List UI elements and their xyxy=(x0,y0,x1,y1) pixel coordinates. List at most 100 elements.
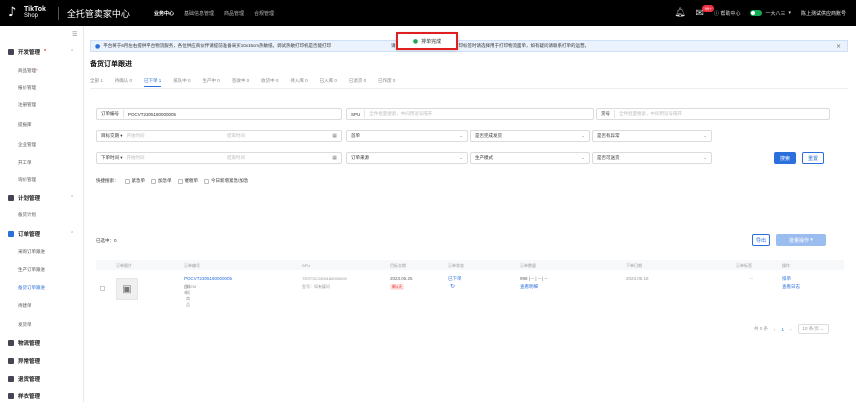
schedule-action-link[interactable]: 排单 xyxy=(782,276,791,282)
tab-pending-confirm[interactable]: 待确认 0 xyxy=(115,78,132,87)
deadline-value: 2023.05.25 xyxy=(390,276,413,281)
search-button[interactable]: 搜索 xyxy=(774,152,796,164)
first-order-select[interactable]: 首单 ⌄ xyxy=(346,130,468,142)
shop-switcher[interactable]: 一大八三 ▾ xyxy=(750,10,791,17)
order-source-select[interactable]: 订单来源 ⌄ xyxy=(346,152,468,164)
spu-field[interactable]: SPU 全件批量搜索，中间用逗号隔开 xyxy=(346,108,594,120)
sidebar-item-registration[interactable]: 注册管理 xyxy=(18,102,36,108)
sidebar-group-development[interactable]: 开发管理 * ⌃ xyxy=(8,48,74,56)
deadline-tag: 剩4天 xyxy=(390,284,405,290)
start-time-input[interactable]: 开始时间 xyxy=(127,133,145,139)
tab-receiving[interactable]: 收货中 0 xyxy=(261,78,278,87)
tab-ordered[interactable]: 已下单 1 xyxy=(144,78,162,87)
top-right-area: 🔔︎ ✉︎ 99+ ⓘ 帮助中心 一大八三 ▾ 陈上测试供应商账号 xyxy=(674,0,846,26)
end-time-input[interactable]: 结束时间 xyxy=(227,155,245,161)
page-size-select[interactable]: 10 条/页 ⌄ xyxy=(797,324,830,334)
view-log-link[interactable]: 查看日志 xyxy=(782,284,800,290)
col-actions: 操作 xyxy=(782,263,790,268)
calendar-icon[interactable]: ▦ xyxy=(332,155,337,161)
completed-shipping-select[interactable]: 是否完成发货 ⌄ xyxy=(470,130,590,142)
collapse-sidebar-icon[interactable]: ☰ xyxy=(72,31,77,38)
order-time-range[interactable]: 下单时间 ▾ 开始时间 结束时间 ▦ xyxy=(96,152,342,164)
nav-basic-info[interactable]: 基础信息管理 xyxy=(184,10,214,17)
sidebar-item-inquiries[interactable]: 询价管理 xyxy=(18,177,36,183)
calendar-icon[interactable]: ▦ xyxy=(332,133,337,139)
pagination: 共 0 条 ‹ 1 › 10 条/页 ⌄ xyxy=(754,324,830,334)
end-time-input[interactable]: 结束时间 xyxy=(227,133,245,139)
row-checkbox[interactable] xyxy=(100,286,105,291)
tag-value: -- xyxy=(750,276,753,281)
samples-icon xyxy=(8,393,14,399)
tab-signing[interactable]: 签收中 0 xyxy=(232,78,249,87)
main-content: ● 平台将于8月左右提供平台物流服务，各位供应商伙伴请提前准备采买10x15cm… xyxy=(84,26,856,402)
sidebar-item-purchase-orders[interactable]: 采购订单跟进 xyxy=(18,249,45,255)
quick-filter-expedited[interactable]: 加急单 xyxy=(151,178,172,184)
chevron-down-icon: ⌄ xyxy=(703,155,707,161)
product-thumbnail[interactable]: ▣ xyxy=(116,278,138,300)
sidebar-item-work-orders[interactable]: 开工单 xyxy=(18,160,32,166)
help-center-link[interactable]: ⓘ 帮助中心 xyxy=(714,10,740,17)
export-button[interactable]: 导出 xyxy=(752,234,770,246)
next-page-icon[interactable]: › xyxy=(790,327,792,332)
order-number-field[interactable]: 订单编号 POCVT2305180000005 xyxy=(96,108,342,120)
col-quantity: 订单数量 xyxy=(520,263,536,268)
tab-stocked[interactable]: 已入库 0 xyxy=(320,78,337,87)
sidebar-group-logistics[interactable]: 物流管理 xyxy=(8,339,40,347)
user-account[interactable]: 陈上测试供应商账号 xyxy=(801,10,846,17)
sidebar-item-submissions[interactable]: 提报库 xyxy=(18,122,32,128)
quick-filter-urgent[interactable]: 紧急单 xyxy=(124,178,145,184)
sidebar-item-enterprise[interactable]: 企业管理 xyxy=(18,142,36,148)
tab-all[interactable]: 全部 1 xyxy=(90,78,103,87)
sidebar-item-stock-plan[interactable]: 备货计划 xyxy=(18,212,36,218)
col-order-date[interactable]: 下单日期 xyxy=(626,263,642,269)
batch-operation-button[interactable]: 批量操作 ▾ xyxy=(776,234,826,246)
sidebar-group-samples[interactable]: 样衣管理 xyxy=(8,392,40,400)
sidebar-item-production-orders[interactable]: 生产订单跟进 xyxy=(18,267,45,273)
tab-queued[interactable]: 排队中 0 xyxy=(173,78,190,87)
sidebar-item-quotes[interactable]: 报价管理 xyxy=(18,85,36,91)
checkbox[interactable] xyxy=(124,178,130,184)
order-number-link[interactable]: POCVT2305180000005 xyxy=(184,276,232,281)
checkbox[interactable] xyxy=(151,178,156,184)
col-spu[interactable]: SPU xyxy=(302,263,310,268)
notification-button[interactable]: ✉︎ 99+ xyxy=(696,4,715,19)
abnormal-select[interactable]: 是否有异常 ⌄ xyxy=(592,130,712,142)
sidebar-group-returns[interactable]: 退货管理 xyxy=(8,375,40,383)
checkbox[interactable] xyxy=(177,178,183,184)
bell-icon[interactable]: 🔔︎ xyxy=(674,8,685,18)
nav-business-center[interactable]: 业务中心 xyxy=(154,10,174,17)
sidebar-group-planning[interactable]: 计划管理 ⌃ xyxy=(8,194,74,202)
sidebar-group-orders[interactable]: 订单管理 ⌃ xyxy=(8,230,74,238)
chevron-down-icon: ⌄ xyxy=(459,133,463,139)
start-time-input[interactable]: 开始时间 xyxy=(127,155,145,161)
tabs-divider xyxy=(90,88,848,89)
sidebar-item-stock-orders[interactable]: 备货订单跟进 xyxy=(18,285,45,291)
quantity-detail-link[interactable]: 查看明细 xyxy=(520,284,538,290)
sidebar-item-shipments[interactable]: 发货单 xyxy=(18,322,32,328)
prev-page-icon[interactable]: ‹ xyxy=(774,327,776,332)
sku-field[interactable]: 货号 全件批量搜索，中间用逗号隔开 xyxy=(596,108,830,120)
sidebar-group-exceptions[interactable]: 异常管理 xyxy=(8,357,40,365)
tab-void[interactable]: 已作废 0 xyxy=(378,78,395,87)
quick-filter-today-new[interactable]: 今日新增紧急/加急 xyxy=(204,178,248,184)
col-deadline[interactable]: 目标交期 xyxy=(390,263,406,269)
production-mode-select[interactable]: 生产模式 ⌄ xyxy=(470,152,590,164)
selected-count: 已选中：0 xyxy=(96,238,117,243)
target-deadline-range[interactable]: 目标交期 ▾ 开始时间 结束时间 ▦ xyxy=(96,130,342,142)
checkbox[interactable] xyxy=(204,178,209,184)
close-icon[interactable]: × xyxy=(836,43,841,50)
planning-icon xyxy=(8,195,14,201)
sidebar-item-products[interactable]: 商品管理* xyxy=(18,68,38,74)
loading-icon: ↻ xyxy=(450,283,456,290)
nav-compliance[interactable]: 合规管理 xyxy=(254,10,274,17)
quick-filter-reminder[interactable]: 催催单 xyxy=(177,178,198,184)
tab-producing[interactable]: 生产中 0 xyxy=(203,78,220,87)
pager-current[interactable]: 1 xyxy=(782,327,785,332)
tab-returned[interactable]: 已退货 0 xyxy=(349,78,366,87)
sidebar-item-pending-orders[interactable]: 待建单 xyxy=(18,303,32,309)
can-ship-select[interactable]: 是否可送货 ⌄ xyxy=(592,152,712,164)
nav-product[interactable]: 商品管理 xyxy=(224,10,244,17)
reset-button[interactable]: 重置 xyxy=(802,152,824,164)
tiktok-shop-logo[interactable]: ♪ TikTok Shop xyxy=(8,6,46,20)
tab-pending-stock[interactable]: 待入库 0 xyxy=(290,78,307,87)
